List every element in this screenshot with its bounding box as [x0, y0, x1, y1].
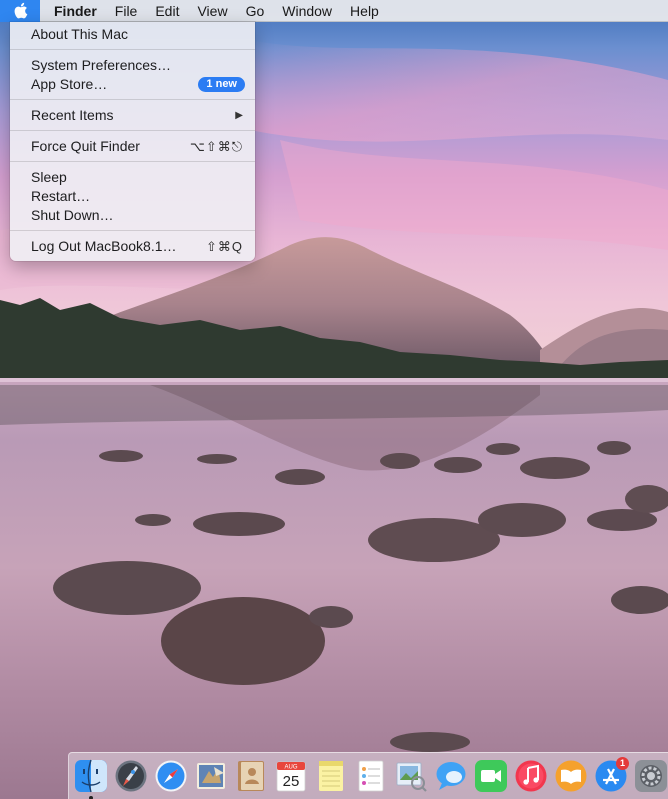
launchpad-icon[interactable]	[113, 758, 149, 794]
calendar-month-label: AUG	[284, 765, 297, 771]
menu-separator	[10, 49, 255, 50]
finder-icon[interactable]	[73, 758, 109, 799]
apple-menu-dropdown: About This Mac System Preferences… App S…	[10, 22, 255, 261]
menu-separator	[10, 230, 255, 231]
menu-go[interactable]: Go	[237, 0, 274, 22]
facetime-icon[interactable]	[473, 758, 509, 794]
calendar-icon[interactable]: AUG 25	[273, 758, 309, 794]
menu-item-label: About This Mac	[31, 26, 129, 42]
notes-icon[interactable]	[313, 758, 349, 794]
menu-item-label: App Store…	[31, 76, 108, 92]
menu-separator	[10, 99, 255, 100]
app-store-icon[interactable]: 1	[593, 757, 629, 794]
menu-item-app-store[interactable]: App Store… 1 new	[10, 75, 255, 94]
app-store-notification-badge: 1	[616, 757, 629, 770]
apple-logo-icon	[14, 2, 27, 19]
menu-view[interactable]: View	[188, 0, 236, 22]
menu-item-label: Recent Items	[31, 107, 114, 123]
ibooks-icon[interactable]	[553, 758, 589, 794]
menu-item-restart[interactable]: Restart…	[10, 187, 255, 206]
menu-separator	[10, 161, 255, 162]
menu-item-label: Restart…	[31, 188, 91, 204]
menu-edit[interactable]: Edit	[146, 0, 188, 22]
itunes-icon[interactable]	[513, 758, 549, 794]
menu-item-about-this-mac[interactable]: About This Mac	[10, 25, 255, 44]
reminders-icon[interactable]	[353, 758, 389, 794]
menu-file[interactable]: File	[106, 0, 147, 22]
preview-icon[interactable]	[393, 758, 429, 794]
keyboard-shortcut: ⌥⇧⌘⎋	[189, 139, 243, 154]
keyboard-shortcut: ⇧⌘Q	[205, 239, 243, 254]
menu-separator	[10, 130, 255, 131]
submenu-arrow-icon: ▶	[235, 110, 243, 121]
menu-finder[interactable]: Finder	[40, 0, 106, 22]
menu-item-system-preferences[interactable]: System Preferences…	[10, 56, 255, 75]
menu-bar: Finder File Edit View Go Window Help	[0, 0, 668, 22]
menu-item-label: Sleep	[31, 169, 67, 185]
calendar-day-label: 25	[283, 773, 300, 790]
mail-icon[interactable]	[193, 758, 229, 794]
apple-menu-button[interactable]	[0, 0, 40, 22]
menu-window[interactable]: Window	[273, 0, 341, 22]
app-store-update-badge: 1 new	[198, 77, 245, 92]
menu-item-label: Force Quit Finder	[31, 138, 140, 154]
system-preferences-icon[interactable]	[633, 758, 668, 794]
menu-help[interactable]: Help	[341, 0, 388, 22]
menu-item-force-quit[interactable]: Force Quit Finder ⌥⇧⌘⎋	[10, 137, 255, 156]
dock: AUG 25 1	[68, 752, 668, 799]
menu-item-label: Shut Down…	[31, 207, 114, 223]
safari-icon[interactable]	[153, 758, 189, 794]
messages-icon[interactable]	[433, 758, 469, 794]
menu-item-shut-down[interactable]: Shut Down…	[10, 206, 255, 225]
menu-item-sleep[interactable]: Sleep	[10, 168, 255, 187]
menu-item-recent-items[interactable]: Recent Items ▶	[10, 106, 255, 125]
menu-item-label: System Preferences…	[31, 57, 172, 73]
menu-item-label: Log Out MacBook8.1…	[31, 238, 177, 254]
contacts-icon[interactable]	[233, 758, 269, 794]
menu-item-log-out[interactable]: Log Out MacBook8.1… ⇧⌘Q	[10, 237, 255, 256]
